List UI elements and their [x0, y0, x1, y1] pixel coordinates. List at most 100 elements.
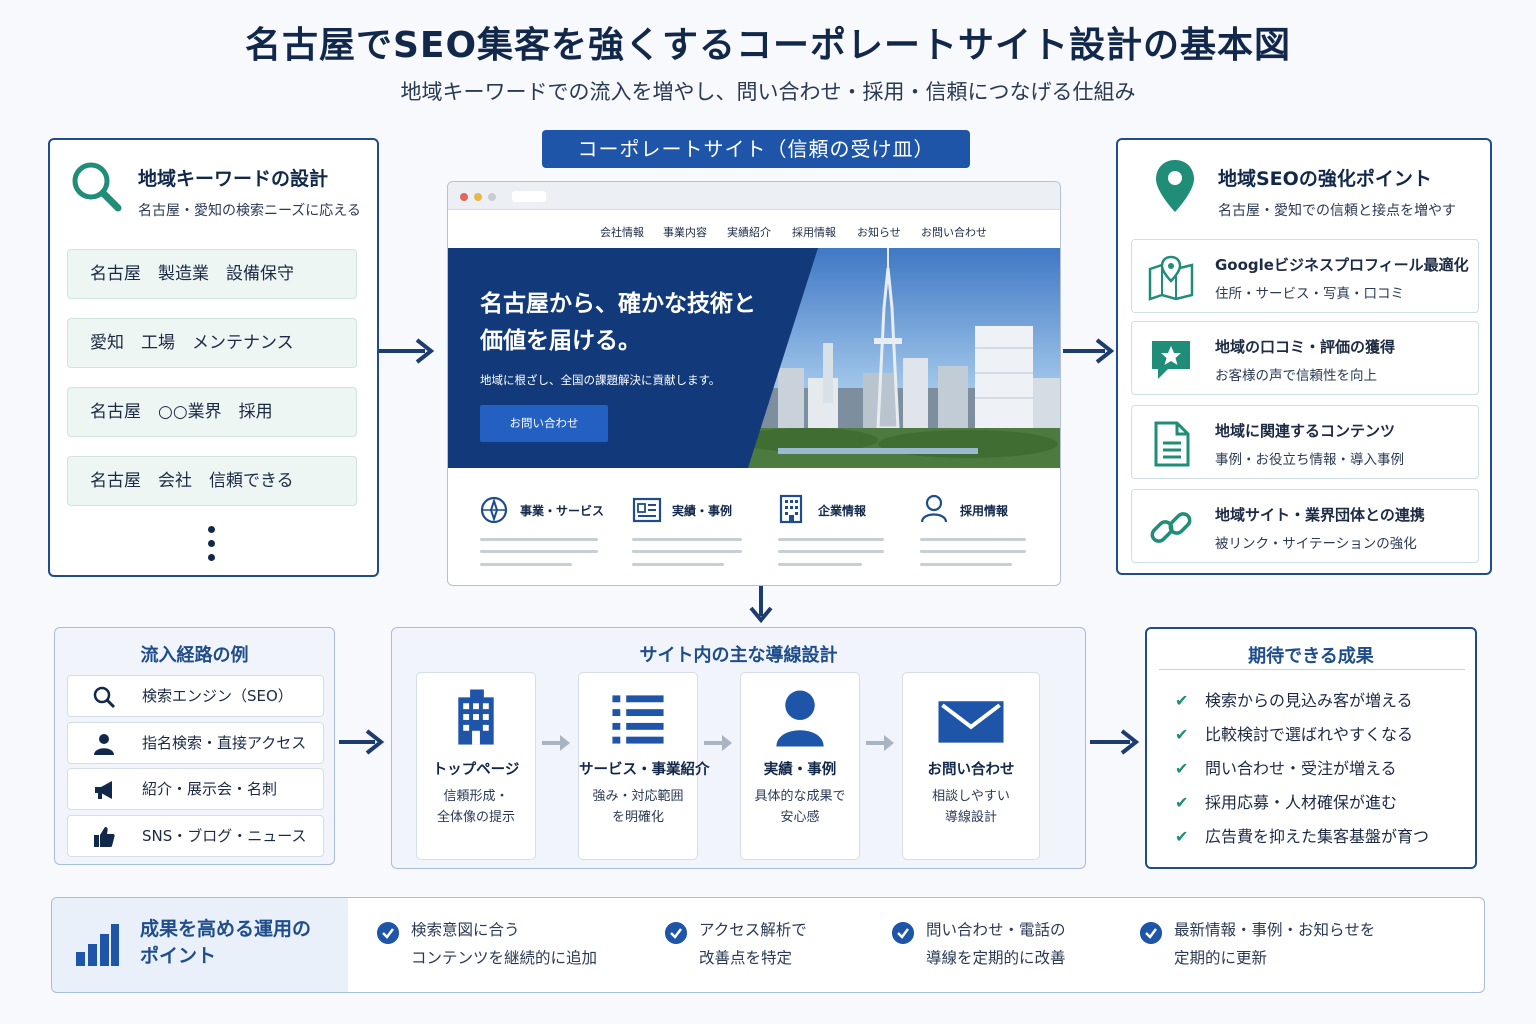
routes-panel: 流入経路の例 検索エンジン（SEO） 指名検索・直接アクセス 紹介・展示会・名刺… — [54, 627, 335, 865]
seo-panel-subtitle: 名古屋・愛知での信頼と接点を増やす — [1218, 203, 1456, 219]
nav-works[interactable]: 実績紹介 — [727, 224, 771, 240]
maximize-dot-icon[interactable] — [488, 193, 496, 201]
hero-contact-button[interactable]: お問い合わせ — [480, 405, 608, 442]
check-icon: ✔ — [1175, 793, 1189, 812]
address-bar[interactable] — [512, 191, 546, 202]
page-title: 名古屋でSEO集客を強くするコーポレートサイト設計の基本図 — [244, 25, 1292, 66]
result-label: 問い合わせ・受注が増える — [1205, 759, 1397, 778]
seo-item-subtitle: お客様の声で信頼性を向上 — [1215, 368, 1377, 384]
check-icon: ✔ — [1175, 759, 1189, 778]
link-icon — [1150, 512, 1192, 543]
operation-line: 最新情報・事例・お知らせを — [1174, 921, 1376, 939]
placeholder-line — [778, 563, 862, 566]
arrow-right-icon — [1063, 338, 1115, 364]
feature-label: 企業情報 — [818, 504, 867, 518]
placeholder-line — [632, 563, 724, 566]
flow-title: サイト内の主な導線設計 — [639, 645, 838, 666]
route-item-seo: 検索エンジン（SEO） — [67, 675, 324, 717]
feature-business[interactable]: 事業・サービス — [480, 488, 604, 568]
feature-recruit[interactable]: 採用情報 — [920, 488, 1040, 568]
seo-panel: 地域SEOの強化ポイント 名古屋・愛知での信頼と接点を増やす Googleビジネ… — [1116, 138, 1492, 575]
flow-step-desc-line: 全体像の提示 — [436, 810, 515, 825]
result-item: ✔ 採用応募・人材確保が進む — [1175, 789, 1397, 813]
feature-works[interactable]: 実績・事例 — [632, 488, 752, 568]
seo-item-title: 地域サイト・業界団体との連携 — [1215, 506, 1425, 524]
seo-panel-title: 地域SEOの強化ポイント — [1218, 168, 1432, 190]
placeholder-line — [920, 538, 1026, 541]
result-item: ✔ 検索からの見込み客が増える — [1175, 687, 1413, 711]
nav-recruit[interactable]: 採用情報 — [792, 224, 836, 240]
flow-step-desc-line: 安心感 — [780, 810, 820, 825]
nav-company[interactable]: 会社情報 — [600, 224, 644, 240]
check-icon: ✔ — [1175, 691, 1189, 710]
check-circle-icon — [377, 922, 399, 944]
feature-label: 事業・サービス — [520, 504, 605, 518]
operation-line: コンテンツを継続的に追加 — [411, 949, 598, 967]
browser-toolbar — [448, 182, 1060, 210]
placeholder-line — [632, 538, 742, 541]
placeholder-line — [778, 550, 884, 553]
arrow-right-icon — [339, 729, 385, 755]
placeholder-line — [480, 550, 598, 553]
flow-step-desc-line: 具体的な成果で — [754, 789, 846, 804]
placeholder-line — [480, 538, 598, 541]
hero-subtitle: 地域に根ざし、全国の課題解決に貢献します。 — [480, 373, 721, 387]
placeholder-line — [778, 538, 884, 541]
nav-contact[interactable]: お問い合わせ — [921, 224, 987, 240]
flow-step-contact: お問い合わせ 相談しやすい 導線設計 — [902, 672, 1040, 860]
search-icon — [93, 686, 116, 709]
arrow-right-icon — [866, 735, 894, 751]
result-item: ✔ 比較検討で選ばれやすくなる — [1175, 721, 1413, 745]
arrow-right-icon — [704, 735, 732, 751]
building-icon — [779, 494, 803, 524]
nav-business[interactable]: 事業内容 — [663, 224, 707, 240]
flow-step-desc-line: 相談しやすい — [932, 789, 1010, 804]
route-label: 検索エンジン（SEO） — [142, 687, 293, 705]
flow-step-works: 実績・事例 具体的な成果で 安心感 — [740, 672, 860, 860]
arrow-right-icon — [542, 735, 570, 751]
keyword-panel: 地域キーワードの設計 名古屋・愛知の検索ニーズに応える 名古屋 製造業 設備保守… — [48, 138, 379, 577]
flow-step-title: お問い合わせ — [927, 762, 1015, 778]
keyword-panel-subtitle: 名古屋・愛知の検索ニーズに応える — [138, 203, 361, 219]
result-label: 比較検討で選ばれやすくなる — [1205, 725, 1414, 744]
flow-step-desc-line: 強み・対応範囲 — [592, 789, 684, 804]
hero-title: 名古屋から、確かな技術と 価値を届ける。 — [480, 286, 756, 360]
results-title: 期待できる成果 — [1248, 646, 1374, 667]
operation-line: 検索意図に合う — [411, 921, 520, 939]
seo-item-subtitle: 住所・サービス・写真・口コミ — [1215, 286, 1404, 302]
check-circle-icon — [892, 922, 914, 944]
flow-step-services: サービス・事業紹介 強み・対応範囲 を明確化 — [578, 672, 710, 860]
route-item-referral: 紹介・展示会・名刺 — [67, 768, 324, 810]
site-label: コーポレートサイト（信頼の受け皿） — [542, 130, 970, 168]
nav-news[interactable]: お知らせ — [857, 224, 901, 240]
hero-title-line-1: 名古屋から、確かな技術と — [480, 291, 756, 317]
feature-company[interactable]: 企業情報 — [778, 488, 898, 568]
seo-item-links: 地域サイト・業界団体との連携 被リンク・サイテーションの強化 — [1131, 489, 1479, 563]
close-dot-icon[interactable] — [460, 193, 468, 201]
arrow-right-icon — [1090, 729, 1140, 755]
flow-step-desc: 信頼形成・ 全体像の提示 — [417, 786, 535, 828]
person-icon — [94, 734, 114, 755]
results-panel: 期待できる成果 ✔ 検索からの見込み客が増える ✔ 比較検討で選ばれやすくなる ✔ 問… — [1145, 627, 1477, 869]
building-icon — [458, 689, 494, 745]
seo-item-subtitle: 被リンク・サイテーションの強化 — [1215, 536, 1417, 552]
check-circle-icon — [1140, 922, 1162, 944]
operation-line: アクセス解析で — [699, 921, 807, 939]
operation-item: アクセス解析で 改善点を特定 — [665, 916, 807, 972]
hero-title-line-2: 価値を届ける。 — [480, 328, 641, 354]
routes-title: 流入経路の例 — [140, 645, 249, 666]
document-icon — [1154, 421, 1190, 467]
thumbs-up-icon — [94, 827, 115, 847]
keyword-item: 名古屋 会社 信頼できる — [67, 456, 357, 506]
bar-chart-icon — [76, 924, 119, 966]
flow-step-title: トップページ — [432, 762, 520, 778]
map-icon — [1148, 255, 1194, 301]
minimize-dot-icon[interactable] — [474, 193, 482, 201]
route-item-sns: SNS・ブログ・ニュース — [67, 815, 324, 857]
result-item: ✔ 問い合わせ・受注が増える — [1175, 755, 1397, 779]
operations-title-line: ポイント — [140, 945, 217, 967]
flow-step-desc-line: 導線設計 — [944, 810, 997, 825]
operation-item: 問い合わせ・電話の 導線を定期的に改善 — [892, 916, 1066, 972]
flow-panel: サイト内の主な導線設計 トップページ 信頼形成・ 全体像の提示 サービス・事業紹… — [391, 627, 1086, 869]
result-label: 採用応募・人材確保が進む — [1205, 793, 1398, 812]
